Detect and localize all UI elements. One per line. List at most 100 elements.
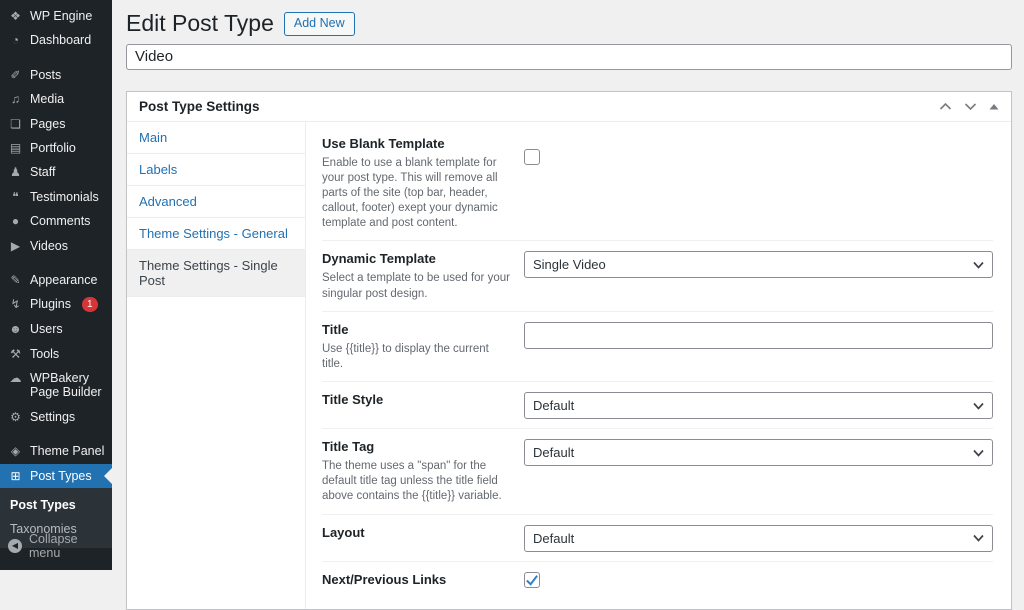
- sidebar-item-label: Comments: [30, 214, 91, 229]
- field-control: [524, 136, 993, 232]
- sidebar-menu: ❖ WP Engine ◔ Dashboard ✐ Posts ♫ Media ❏ Pages ▤ P…: [0, 0, 112, 488]
- sidebar-item-label: Users: [30, 322, 63, 337]
- pages-icon: ❏: [10, 116, 21, 131]
- sidebar-item-appearance[interactable]: ✎ Appearance: [0, 268, 112, 292]
- field-control: [524, 571, 993, 592]
- collapse-menu-button[interactable]: ◀ Collapse menu: [0, 526, 112, 566]
- dynamic-template-select[interactable]: Single Video: [524, 251, 993, 279]
- sidebar-item-tools[interactable]: ⚒ Tools: [0, 342, 112, 366]
- dashboard-icon: ◔: [11, 33, 20, 48]
- plugins-icon: ↯: [10, 297, 21, 312]
- sidebar-item-label: Testimonials: [30, 189, 99, 204]
- main-content: Edit Post Type Add New Post Type Setting…: [112, 0, 1024, 610]
- appearance-icon: ✎: [10, 272, 21, 287]
- field-description: Enable to use a blank template for your …: [322, 156, 498, 230]
- post-type-name-input[interactable]: [126, 43, 1012, 70]
- sidebar-item-label: Media: [30, 92, 65, 107]
- next-previous-links-checkbox[interactable]: [524, 571, 540, 588]
- field-row-title: Title Use {{title}} to display the curre…: [322, 310, 993, 381]
- testimonials-icon: ❝: [12, 189, 19, 204]
- sidebar-item-dashboard[interactable]: ◔ Dashboard: [0, 28, 112, 52]
- sidebar-item-theme-panel[interactable]: ◈ Theme Panel: [0, 439, 112, 463]
- sidebar-item-comments[interactable]: ● Comments: [0, 209, 112, 233]
- field-row-title-style: Title Style Default: [322, 381, 993, 428]
- field-label: Use Blank Template: [322, 135, 445, 151]
- title-style-select[interactable]: Default: [524, 392, 993, 420]
- sidebar-item-label: WPBakery Page Builder: [30, 371, 102, 400]
- sidebar-item-wpbakery-page-builder[interactable]: ☁ WPBakery Page Builder: [0, 366, 112, 405]
- title-tag-select-wrap: Default: [524, 439, 993, 467]
- videos-icon: ▶: [10, 238, 21, 253]
- field-control: Default: [524, 439, 993, 505]
- submenu-item-post-types[interactable]: Post Types: [0, 493, 112, 517]
- tab-theme-settings-single-post[interactable]: Theme Settings - Single Post: [127, 249, 305, 297]
- sidebar-item-plugins[interactable]: ↯ Plugins 1: [0, 292, 112, 317]
- tab-main[interactable]: Main: [127, 122, 305, 154]
- portfolio-icon: ▤: [9, 140, 22, 155]
- sidebar-item-label: Posts: [30, 67, 62, 82]
- field-label: Title Style: [322, 392, 384, 408]
- metabox-actions: [939, 102, 999, 111]
- add-new-button[interactable]: Add New: [283, 11, 355, 36]
- dynamic-template-select-wrap: Single Video: [524, 251, 993, 279]
- sidebar-item-media[interactable]: ♫ Media: [0, 87, 112, 111]
- tab-theme-settings-general[interactable]: Theme Settings - General: [127, 218, 305, 250]
- sidebar-item-posts[interactable]: ✐ Posts: [0, 63, 112, 87]
- field-row-layout: Layout Default: [322, 513, 993, 561]
- sidebar-item-label: Tools: [30, 346, 60, 361]
- menu-separator: [0, 53, 112, 63]
- sidebar-item-staff[interactable]: ♟ Staff: [0, 160, 112, 184]
- tools-icon: ⚒: [10, 346, 21, 361]
- field-label: Next/Previous Links: [322, 571, 447, 587]
- layout-select[interactable]: Default: [524, 524, 993, 552]
- field-info: Title Use {{title}} to display the curre…: [322, 322, 524, 372]
- chevron-down-icon[interactable]: [964, 102, 977, 111]
- use-blank-template-checkbox[interactable]: [524, 148, 540, 165]
- title-style-select-wrap: Default: [524, 392, 993, 420]
- sidebar-item-label: Pages: [30, 116, 66, 131]
- settings-tabs: Main Labels Advanced Theme Settings - Gener…: [127, 121, 306, 609]
- users-icon: ☻: [9, 322, 22, 337]
- sidebar-item-label: Post Types: [30, 468, 92, 483]
- metabox-title: Post Type Settings: [139, 98, 260, 114]
- sidebar-item-settings[interactable]: ⚙ Settings: [0, 405, 112, 429]
- field-info: Layout: [322, 525, 524, 552]
- tab-labels[interactable]: Labels: [127, 154, 305, 186]
- sidebar-item-label: Videos: [30, 238, 68, 253]
- field-control: Default: [524, 392, 993, 420]
- chevron-up-icon[interactable]: [939, 102, 952, 111]
- sidebar-item-label: Settings: [30, 409, 76, 424]
- sidebar-item-pages[interactable]: ❏ Pages: [0, 112, 112, 136]
- page-title: Edit Post Type: [126, 10, 274, 36]
- tab-advanced[interactable]: Advanced: [127, 186, 305, 218]
- layout-select-wrap: Default: [524, 524, 993, 552]
- sidebar-item-label: Portfolio: [30, 140, 76, 155]
- field-control: [524, 321, 993, 372]
- sidebar-item-label: Plugins: [30, 297, 71, 312]
- field-label: Title Tag: [322, 439, 375, 455]
- field-label: Dynamic Template: [322, 251, 436, 267]
- wp-engine-icon: ❖: [10, 9, 21, 23]
- wpbakery-icon: ☁: [9, 371, 22, 386]
- metabox-header: Post Type Settings: [127, 92, 1011, 122]
- title-input[interactable]: [524, 321, 993, 349]
- page-header: Edit Post Type Add New: [126, 10, 1012, 38]
- field-row-dynamic-template: Dynamic Template Select a template to be…: [322, 240, 993, 310]
- sidebar-item-portfolio[interactable]: ▤ Portfolio: [0, 136, 112, 160]
- settings-fields: Use Blank Template Enable to use a blank…: [306, 122, 1011, 609]
- field-info: Title Style: [322, 392, 524, 419]
- field-info: Next/Previous Links: [322, 572, 524, 592]
- staff-icon: ♟: [10, 165, 21, 180]
- sidebar-item-wp-engine[interactable]: ❖ WP Engine: [0, 4, 112, 28]
- sidebar-item-videos[interactable]: ▶ Videos: [0, 234, 112, 258]
- triangle-up-icon[interactable]: [989, 103, 999, 110]
- sidebar-item-label: Staff: [30, 165, 56, 180]
- sidebar-item-label: Appearance: [30, 272, 98, 287]
- field-description: The theme uses a "span" for the default …: [322, 460, 502, 503]
- sidebar-item-testimonials[interactable]: ❝ Testimonials: [0, 185, 112, 209]
- sidebar-item-users[interactable]: ☻ Users: [0, 317, 112, 341]
- admin-sidebar: ❖ WP Engine ◔ Dashboard ✐ Posts ♫ Media ❏ Pages ▤ P…: [0, 0, 112, 570]
- field-control: Single Video: [524, 251, 993, 301]
- sidebar-item-post-types[interactable]: ⊞ Post Types: [0, 463, 112, 488]
- title-tag-select[interactable]: Default: [524, 439, 993, 467]
